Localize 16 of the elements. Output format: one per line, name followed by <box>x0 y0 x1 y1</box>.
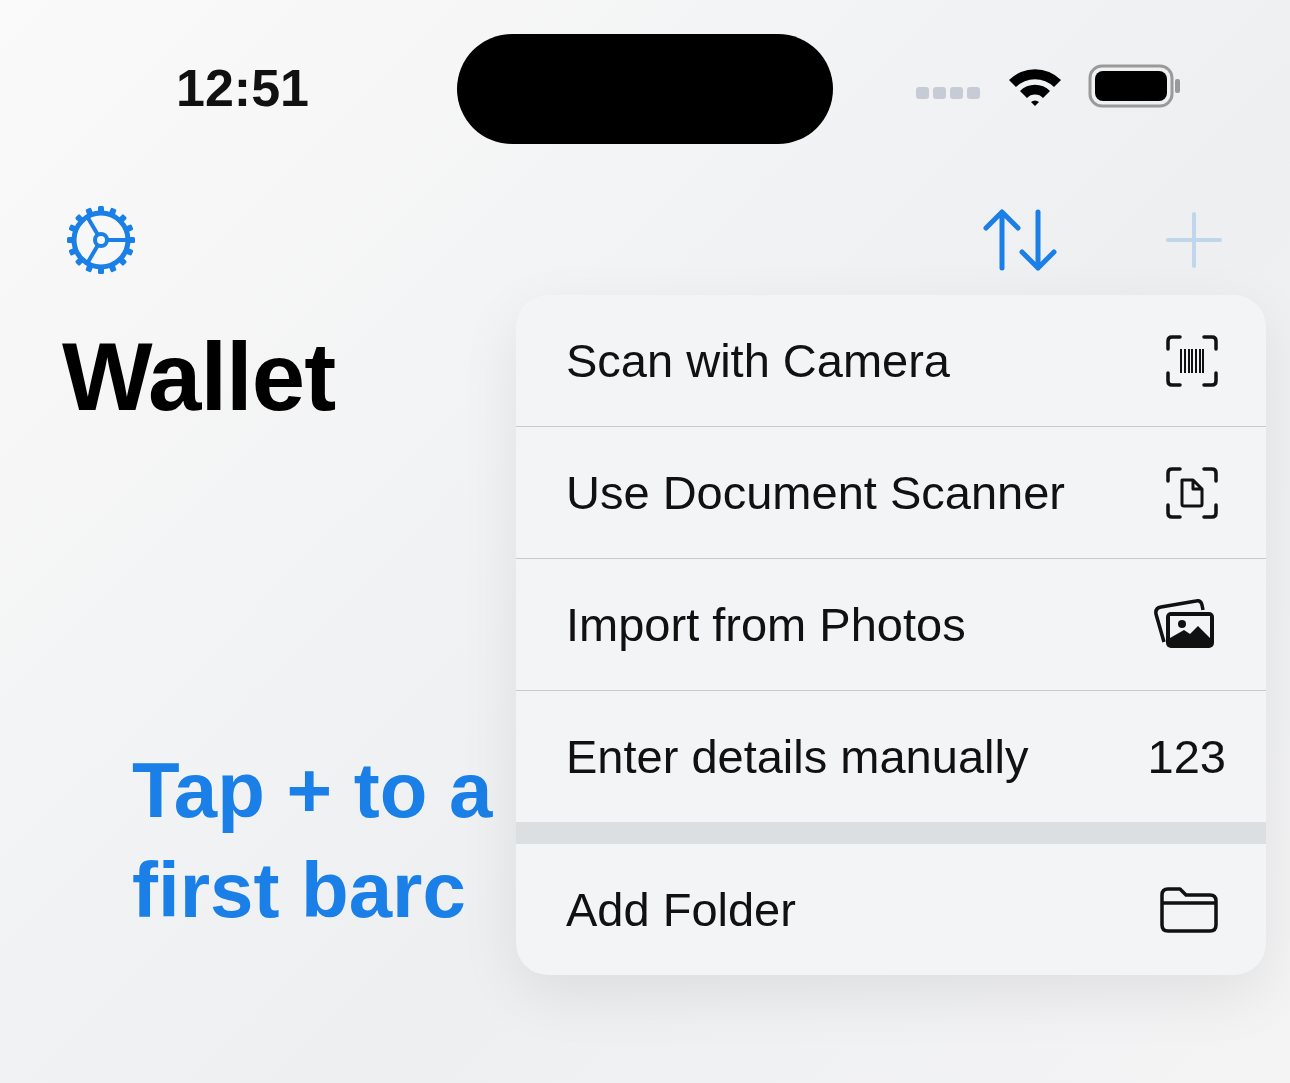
menu-item[interactable]: Add Folder <box>516 844 1266 975</box>
battery-icon <box>1088 64 1182 108</box>
signal-icon <box>916 87 982 99</box>
empty-hint-text: first barc <box>132 844 466 936</box>
number-symbol: 123 <box>1147 729 1226 784</box>
menu-item[interactable]: Scan with Camera <box>516 295 1266 426</box>
page-title: Wallet <box>62 324 336 430</box>
empty-hint-text: Tap + to a <box>132 744 493 836</box>
menu-item[interactable]: Use Document Scanner <box>516 426 1266 558</box>
settings-icon[interactable] <box>66 205 136 275</box>
sort-icon[interactable] <box>982 208 1058 272</box>
folder-icon <box>1160 886 1218 933</box>
barcode-scan-icon <box>1166 334 1218 387</box>
status-time: 12:51 <box>176 58 309 118</box>
menu-item[interactable]: Import from Photos <box>516 558 1266 690</box>
document-scan-icon <box>1166 466 1218 519</box>
